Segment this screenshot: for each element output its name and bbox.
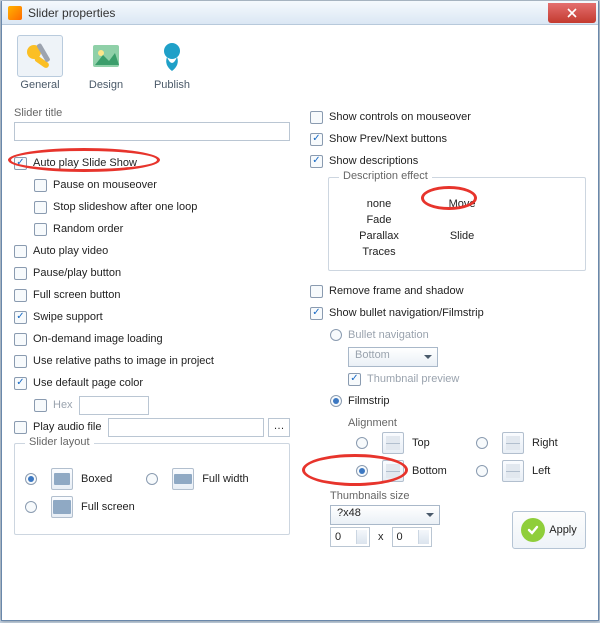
- show-descriptions-checkbox[interactable]: [310, 155, 323, 168]
- align-left-radio[interactable]: [476, 465, 488, 477]
- layout-full-screen-icon: [51, 496, 73, 518]
- bullet-position-select[interactable]: Bottom: [348, 347, 438, 367]
- slider-layout-group: Slider layout Boxed Full width Full scre…: [14, 443, 290, 535]
- desc-effect-move[interactable]: Move: [422, 196, 502, 212]
- full-screen-button-checkbox[interactable]: [14, 289, 27, 302]
- play-audio-checkbox[interactable]: [14, 421, 27, 434]
- description-effect-group: Description effect none Move Fade Parall…: [328, 177, 586, 271]
- dialog-body: General Design Publish Slider title Auto…: [2, 25, 598, 559]
- auto-play-video-checkbox[interactable]: [14, 245, 27, 258]
- layout-full-width-radio[interactable]: [146, 473, 158, 485]
- random-order-checkbox[interactable]: [34, 223, 47, 236]
- remove-frame-checkbox[interactable]: [310, 285, 323, 298]
- align-top-radio[interactable]: [356, 437, 368, 449]
- layout-full-screen-radio[interactable]: [25, 501, 37, 513]
- publish-icon: [155, 39, 189, 73]
- hex-input[interactable]: [79, 396, 149, 415]
- desc-effect-parallax[interactable]: Parallax: [339, 228, 419, 244]
- thumbnail-preview-checkbox[interactable]: [348, 373, 361, 386]
- wrench-icon: [23, 41, 57, 71]
- on-demand-checkbox[interactable]: [14, 333, 27, 346]
- filmstrip-radio[interactable]: [330, 395, 342, 407]
- align-top-icon: [382, 432, 404, 454]
- tab-publish[interactable]: Publish: [146, 35, 198, 91]
- thumb-width-input[interactable]: 0: [330, 527, 370, 547]
- close-icon: [567, 8, 577, 18]
- auto-play-checkbox[interactable]: [14, 157, 27, 170]
- align-right-radio[interactable]: [476, 437, 488, 449]
- tabs: General Design Publish: [14, 31, 586, 101]
- tab-general[interactable]: General: [14, 35, 66, 91]
- app-icon: [8, 6, 22, 20]
- pause-mouseover-checkbox[interactable]: [34, 179, 47, 192]
- pause-play-button-checkbox[interactable]: [14, 267, 27, 280]
- slider-properties-window: Slider properties General Design Publish…: [1, 1, 599, 621]
- desc-effect-none[interactable]: none: [339, 196, 419, 212]
- auto-play-label: Auto play Slide Show: [33, 157, 137, 169]
- relative-paths-checkbox[interactable]: [14, 355, 27, 368]
- desc-effect-fade[interactable]: Fade: [339, 212, 419, 228]
- hex-checkbox[interactable]: [34, 399, 47, 412]
- default-page-color-checkbox[interactable]: [14, 377, 27, 390]
- tab-design[interactable]: Design: [80, 35, 132, 91]
- check-icon: [521, 518, 545, 542]
- audio-file-input[interactable]: [108, 418, 265, 437]
- right-column: Show controls on mouseover Show Prev/Nex…: [310, 101, 586, 549]
- titlebar: Slider properties: [2, 1, 598, 25]
- audio-browse-button[interactable]: …: [268, 418, 290, 437]
- slider-title-input[interactable]: [14, 122, 290, 141]
- bullet-navigation-radio[interactable]: [330, 329, 342, 341]
- thumb-height-input[interactable]: 0: [392, 527, 432, 547]
- image-icon: [89, 41, 123, 71]
- swipe-support-checkbox[interactable]: [14, 311, 27, 324]
- show-controls-checkbox[interactable]: [310, 111, 323, 124]
- show-prevnext-checkbox[interactable]: [310, 133, 323, 146]
- align-bottom-icon: [382, 460, 404, 482]
- apply-button[interactable]: Apply: [512, 511, 586, 549]
- align-bottom-radio[interactable]: [356, 465, 368, 477]
- desc-effect-traces[interactable]: Traces: [339, 244, 419, 260]
- close-button[interactable]: [548, 3, 596, 23]
- layout-boxed-icon: [51, 468, 73, 490]
- align-right-icon: [502, 432, 524, 454]
- show-bullet-checkbox[interactable]: [310, 307, 323, 320]
- align-left-icon: [502, 460, 524, 482]
- left-column: Slider title Auto play Slide Show Pause …: [14, 101, 290, 549]
- layout-full-width-icon: [172, 468, 194, 490]
- stop-after-loop-checkbox[interactable]: [34, 201, 47, 214]
- thumbnail-size-select[interactable]: ?x48: [330, 505, 440, 525]
- slider-title-label: Slider title: [14, 107, 290, 119]
- layout-boxed-radio[interactable]: [25, 473, 37, 485]
- window-title: Slider properties: [28, 6, 548, 20]
- desc-effect-slide[interactable]: Slide: [422, 228, 502, 244]
